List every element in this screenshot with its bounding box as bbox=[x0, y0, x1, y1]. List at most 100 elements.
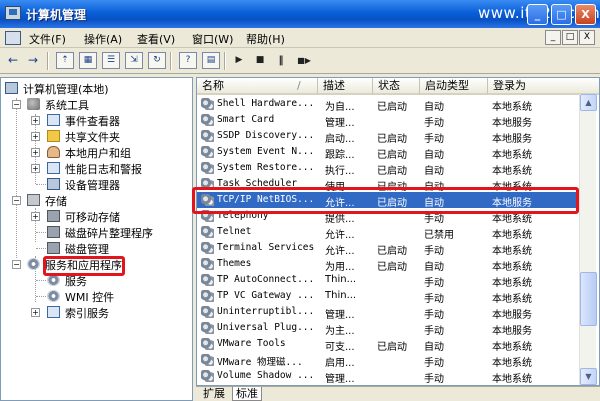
expand-icon[interactable]: + bbox=[31, 308, 40, 317]
menu-action[interactable]: 操作(A) bbox=[84, 31, 122, 47]
menu-file[interactable]: 文件(F) bbox=[29, 31, 66, 47]
cell-logon: 本地系统 bbox=[492, 230, 532, 241]
cell-logon: 本地系统 bbox=[492, 294, 532, 305]
tree-item-wmi[interactable]: WMI 控件 bbox=[1, 289, 191, 304]
cell-desc: 执行... bbox=[325, 166, 355, 177]
toolbar-separator bbox=[224, 52, 226, 70]
menu-help[interactable]: 帮助(H) bbox=[246, 31, 285, 47]
cell-startup: 手动 bbox=[424, 310, 444, 321]
table-row[interactable]: TP AutoConnect... Thin... 手动 本地系统 bbox=[197, 272, 580, 289]
cell-desc: 为自... bbox=[325, 102, 355, 113]
service-gear-icon bbox=[201, 114, 214, 126]
table-row[interactable]: Universal Plug... 为主... 手动 本地服务 bbox=[197, 320, 580, 337]
menu-view[interactable]: 查看(V) bbox=[137, 31, 175, 47]
table-row[interactable]: VMware Tools 可支... 已启动 自动 本地系统 bbox=[197, 336, 580, 353]
expand-icon[interactable]: + bbox=[31, 132, 40, 141]
tree-item-indexing[interactable]: + 索引服务 bbox=[1, 305, 191, 320]
table-row[interactable]: Terminal Services 允许... 已启动 手动 本地系统 bbox=[197, 240, 580, 257]
service-gear-icon bbox=[201, 322, 214, 334]
expand-icon[interactable]: + bbox=[31, 116, 40, 125]
cell-startup: 手动 bbox=[424, 374, 444, 385]
table-row[interactable]: Themes 为用... 已启动 自动 本地系统 bbox=[197, 256, 580, 273]
expand-icon[interactable]: + bbox=[31, 164, 40, 173]
table-row[interactable]: TP VC Gateway ... Thin... 手动 本地系统 bbox=[197, 288, 580, 305]
tab-standard[interactable]: 标准 bbox=[232, 387, 262, 401]
document-window-icon[interactable] bbox=[5, 31, 21, 45]
view-tabs: 扩展 标准 bbox=[196, 386, 600, 401]
table-row[interactable]: System Event N... 跟踪... 已启动 自动 本地系统 bbox=[197, 144, 580, 161]
highlight-services-node bbox=[43, 256, 125, 276]
refresh-icon[interactable]: ↻ bbox=[148, 52, 166, 69]
tree-item-disk-management[interactable]: 磁盘管理 bbox=[1, 241, 191, 256]
properties-icon[interactable]: ☰ bbox=[102, 52, 120, 69]
table-row[interactable]: Smart Card 管理... 手动 本地服务 bbox=[197, 112, 580, 129]
cell-logon: 本地服务 bbox=[492, 310, 532, 321]
table-row[interactable]: Volume Shadow ... 管理... 手动 本地系统 bbox=[197, 368, 580, 385]
cell-logon: 本地系统 bbox=[492, 358, 532, 369]
table-row[interactable]: SSDP Discovery... 启动... 已启动 手动 本地服务 bbox=[197, 128, 580, 145]
cell-startup: 手动 bbox=[424, 358, 444, 369]
export-list-icon[interactable]: ⇲ bbox=[125, 52, 143, 69]
cell-desc: 管理... bbox=[325, 310, 355, 321]
column-header-name[interactable]: 名称 / bbox=[197, 78, 318, 95]
menu-window[interactable]: 窗口(W) bbox=[192, 31, 233, 47]
service-gear-icon bbox=[201, 162, 214, 174]
cell-logon: 本地系统 bbox=[492, 246, 532, 257]
maximize-button[interactable]: □ bbox=[551, 4, 572, 25]
table-row[interactable]: VMware 物理磁... 启用... 手动 本地系统 bbox=[197, 352, 580, 369]
mdi-minimize-button[interactable]: _ bbox=[545, 30, 561, 45]
tree-item-storage[interactable]: − 存储 bbox=[1, 193, 191, 208]
restart-service-icon[interactable]: ■▶ bbox=[292, 52, 316, 69]
tree-item-device-manager[interactable]: 设备管理器 bbox=[1, 177, 191, 192]
tree-item-shared-folders[interactable]: + 共享文件夹 bbox=[1, 129, 191, 144]
scroll-up-button[interactable]: ▲ bbox=[580, 94, 597, 111]
collapse-icon[interactable]: − bbox=[12, 196, 21, 205]
up-folder-icon[interactable]: ⇡ bbox=[56, 52, 74, 69]
cell-name: System Event N... bbox=[217, 146, 315, 157]
table-row[interactable]: Uninterruptibl... 管理... 手动 本地服务 bbox=[197, 304, 580, 321]
cell-name: Smart Card bbox=[217, 114, 275, 125]
expand-icon[interactable]: + bbox=[31, 148, 40, 157]
cell-name: Terminal Services bbox=[217, 242, 315, 253]
view-icon[interactable]: ▤ bbox=[202, 52, 220, 69]
services-apps-icon bbox=[27, 258, 40, 270]
table-row[interactable]: Shell Hardware... 为自... 已启动 自动 本地系统 bbox=[197, 96, 580, 113]
vertical-scrollbar[interactable]: ▲ ▼ bbox=[579, 94, 597, 385]
column-header-logon-as[interactable]: 登录为 bbox=[488, 78, 599, 95]
close-button[interactable]: X bbox=[575, 4, 596, 25]
tree-item-removable-storage[interactable]: + 可移动存储 bbox=[1, 209, 191, 224]
scroll-thumb[interactable] bbox=[580, 272, 597, 326]
table-row[interactable]: System Restore... 执行... 已启动 自动 本地系统 bbox=[197, 160, 580, 177]
tree-item-defrag[interactable]: 磁盘碎片整理程序 bbox=[1, 225, 191, 240]
service-gear-icon bbox=[201, 258, 214, 270]
column-header-description[interactable]: 描述 bbox=[318, 78, 373, 95]
column-header-startup-type[interactable]: 启动类型 bbox=[420, 78, 488, 95]
tree-item-event-viewer[interactable]: + 事件查看器 bbox=[1, 113, 191, 128]
defrag-icon bbox=[47, 226, 60, 238]
tab-extended[interactable]: 扩展 bbox=[200, 387, 228, 401]
column-header-status[interactable]: 状态 bbox=[373, 78, 420, 95]
mdi-restore-button[interactable]: □ bbox=[562, 30, 578, 45]
tree-item-system-tools[interactable]: − 系统工具 bbox=[1, 97, 191, 112]
cell-startup: 手动 bbox=[424, 118, 444, 129]
collapse-icon[interactable]: − bbox=[12, 100, 21, 109]
tree-item-perf-logs[interactable]: + 性能日志和警报 bbox=[1, 161, 191, 176]
back-arrow-icon[interactable]: ← bbox=[4, 52, 22, 69]
scroll-down-button[interactable]: ▼ bbox=[580, 368, 597, 385]
expand-icon[interactable]: + bbox=[31, 212, 40, 221]
collapse-icon[interactable]: − bbox=[12, 260, 21, 269]
tree-item-local-users[interactable]: + 本地用户和组 bbox=[1, 145, 191, 160]
cell-name: Universal Plug... bbox=[217, 322, 315, 333]
forward-arrow-icon[interactable]: → bbox=[24, 52, 42, 69]
storage-icon bbox=[27, 194, 40, 206]
mdi-close-button[interactable]: X bbox=[579, 30, 595, 45]
title-bar[interactable]: 计算机管理 www.it528.com _ □ X bbox=[0, 0, 600, 28]
start-service-icon[interactable]: ▶ bbox=[230, 52, 248, 69]
table-row[interactable]: Telnet 允许... 已禁用 本地系统 bbox=[197, 224, 580, 241]
help-icon[interactable]: ? bbox=[179, 52, 197, 69]
cell-desc: 允许... bbox=[325, 246, 355, 257]
pause-service-icon[interactable]: ‖ bbox=[272, 52, 290, 69]
stop-service-icon[interactable]: ■ bbox=[251, 52, 269, 69]
minimize-button[interactable]: _ bbox=[527, 4, 548, 25]
show-tree-icon[interactable]: ▦ bbox=[79, 52, 97, 69]
